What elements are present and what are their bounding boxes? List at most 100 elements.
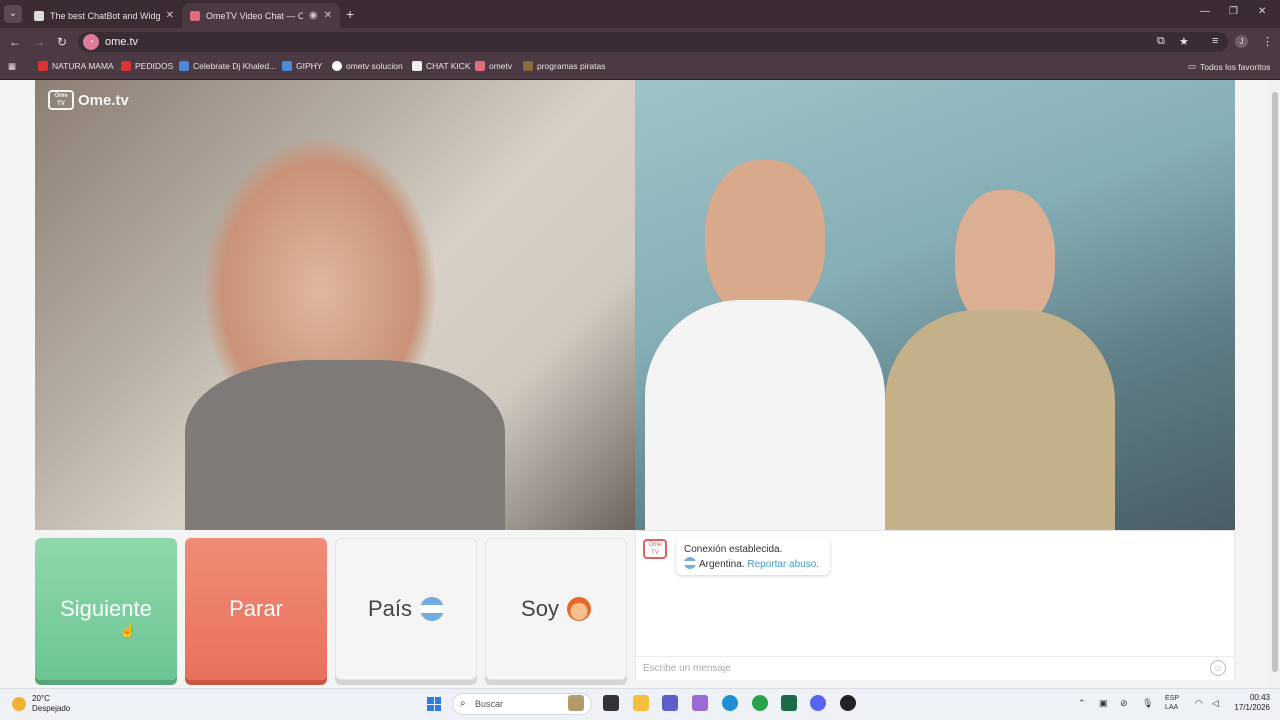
profile-avatar[interactable]: J [1235,35,1248,48]
start-icon[interactable] [427,697,441,711]
ometv-chat-icon: Ome TV [643,539,667,559]
bookmark-natura[interactable]: NATURA MAMA [38,61,114,71]
tab-chatbot[interactable]: The best ChatBot and Widgets ✕ [26,3,182,28]
weather-temp: 20°C [32,694,50,703]
stranger-video [35,80,635,530]
connection-status: Conexión establecida. [684,544,783,555]
bookmark-star-icon[interactable]: ★ [1179,35,1189,48]
new-tab-button[interactable]: + [346,6,354,22]
bookmark-chat-kick[interactable]: CHAT KICK [412,61,471,71]
stop-label: Parar [229,596,283,621]
site-info-icon[interactable]: ◔ [83,34,99,50]
address-bar[interactable] [78,32,1228,52]
wifi-icon[interactable]: ◠ [1195,698,1203,709]
weather-desc: Despejado [32,704,71,713]
network-icon[interactable]: ⊘ [1120,698,1128,709]
apps-icon[interactable]: ▦ [8,61,16,72]
face-shape [955,190,1055,330]
teams-icon[interactable] [662,695,678,711]
gender-button[interactable]: Soy [485,538,627,680]
bookmark-ometv[interactable]: ometv [475,61,512,71]
tab-title: The best ChatBot and Widgets [50,10,160,21]
ometv-logo: Ome TV Ome.tv [48,90,129,110]
google-icon [332,61,342,71]
message-placeholder: Escribe un mensaje [643,663,731,674]
widget-icon[interactable] [568,695,584,711]
minimize-icon[interactable]: — [1200,6,1210,17]
face-shape [705,160,825,320]
ometv-favicon-icon [190,10,200,21]
menu-icon[interactable]: ⋮ [1262,35,1273,48]
tab-ometv[interactable]: OmeTV Video Chat — Ome ◉ ✕ [182,3,340,28]
self-video [635,80,1235,530]
bookmark-pedidos[interactable]: PEDIDOS [121,61,173,71]
argentina-flag-icon [420,597,445,621]
install-app-icon[interactable]: ⧉ [1157,35,1165,48]
folder-icon: ▭ [1188,61,1197,71]
system-message: Conexión establecida. Argentina. Reporta… [676,537,830,575]
file-explorer-icon[interactable] [633,695,649,711]
edge-icon[interactable] [722,695,738,711]
audio-icon[interactable]: ◉ [309,10,318,21]
mic-icon[interactable]: 🎙 [1142,698,1153,709]
chatbot-favicon-icon [34,10,44,21]
task-view-icon[interactable] [603,695,619,711]
search-icon: ⌕ [460,698,466,709]
stop-button[interactable]: Parar [185,538,327,680]
emoji-picker-icon[interactable]: ☺ [1210,660,1226,676]
bookmark-icon [475,61,485,71]
bookmark-celebrate[interactable]: Celebrate Dj Khaled... [179,61,276,71]
shirt-shape [185,360,505,530]
country-button[interactable]: País [335,538,477,680]
bookmark-ometv-solucion[interactable]: ometv solucion [332,61,403,71]
scrollbar-thumb[interactable] [1272,92,1278,672]
weather-widget[interactable]: 20°C Despejado [12,694,70,714]
bookmark-icon [121,61,131,71]
bookmark-programas[interactable]: programas piratas [523,61,606,71]
volume-icon[interactable]: ◁ [1212,698,1219,709]
next-button[interactable]: Siguiente [35,538,177,680]
search-placeholder: Buscar [475,699,504,709]
url-text[interactable]: ome.tv [105,36,138,48]
next-label: Siguiente [60,596,152,621]
bookmark-giphy[interactable]: GIPHY [282,61,322,71]
shirt-shape [885,310,1115,530]
country-name: Argentina. [699,559,745,570]
bookmark-icon [179,61,189,71]
reload-icon[interactable]: ↻ [57,35,67,49]
bookmark-icon [38,61,48,71]
media-control-icon[interactable]: ≡ [1212,35,1218,47]
tray-chevron-icon[interactable]: ⌃ [1078,698,1086,709]
boy-emoji-icon [566,597,591,621]
tab-title: OmeTV Video Chat — Ome [206,10,303,21]
shirt-shape [645,300,885,530]
copilot-icon[interactable] [692,695,708,711]
bookmark-icon [412,61,422,71]
tray-app-icon[interactable]: ▣ [1099,698,1108,709]
tab-search-icon[interactable]: ⌄ [4,5,22,23]
app-icon[interactable] [840,695,856,711]
bookmark-icon [282,61,292,71]
close-tab-icon[interactable]: ✕ [166,10,174,21]
app-icon[interactable] [781,695,797,711]
logo-text: Ome.tv [78,91,129,109]
maximize-icon[interactable]: ❐ [1229,6,1238,17]
close-window-icon[interactable]: ✕ [1258,6,1266,17]
bookmark-icon [523,61,533,71]
forward-icon[interactable]: → [33,35,45,49]
argentina-flag-icon [684,557,696,569]
clock[interactable]: 00:43 17/1/2026 [1226,693,1270,713]
page-scrollbar[interactable] [1270,80,1280,688]
language-indicator[interactable]: ESP LAA [1165,694,1179,712]
discord-icon[interactable] [810,695,826,711]
back-icon[interactable]: ← [9,35,21,49]
moon-icon [12,697,26,711]
gender-label: Soy [521,596,559,621]
mouse-cursor-icon: ☝ [119,622,137,638]
report-abuse-link[interactable]: Reportar abuso. [747,559,819,570]
close-tab-icon[interactable]: ✕ [324,10,332,21]
all-bookmarks-folder[interactable]: ▭ Todos los favoritos [1188,61,1270,72]
tv-logo-icon: Ome TV [48,90,74,110]
chrome-icon[interactable] [752,695,768,711]
country-label: País [367,596,413,621]
